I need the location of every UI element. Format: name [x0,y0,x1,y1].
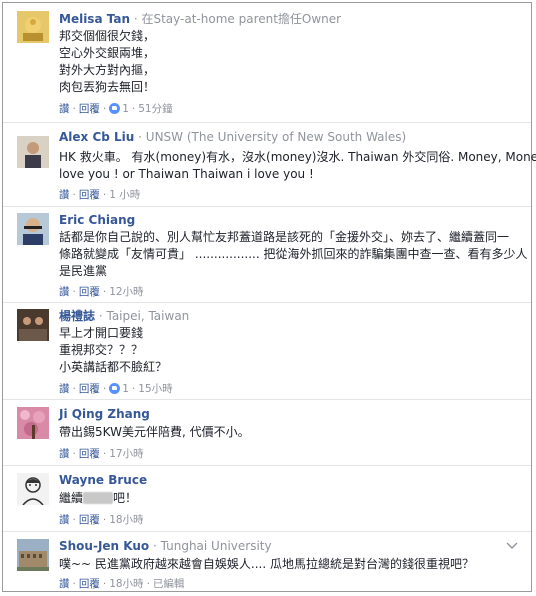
edited-label[interactable]: 已編輯 [153,578,185,590]
comment-actions: 讚 · 回覆 · 1 小時 [59,189,141,201]
divider [3,302,531,303]
divider [3,122,531,123]
avatar[interactable] [17,539,49,571]
commenter-name[interactable]: Wayne Bruce [59,473,147,487]
divider [3,465,531,466]
comment-text: HK 救火車。 有水(money)有水，沒水(money)沒水. Thaiwan… [59,150,536,181]
commenter-name[interactable]: 楊禮誌 [59,309,95,323]
avatar[interactable] [17,136,49,168]
commenter-name[interactable]: Eric Chiang [59,213,135,227]
comment-text: 繼續 吧！ [59,491,138,505]
like-button[interactable]: 讚 [59,103,70,115]
comment-text: 早上才開口要錢 重視邦交？？？ 小英講話都不臉紅？ [59,326,168,374]
comment-list: Melisa Tan · 在Stay-at-home parent擔任Owner… [2,2,536,592]
commenter-name[interactable]: Alex Cb Liu [59,130,134,144]
like-count[interactable]: 1 [122,103,129,115]
timestamp[interactable]: 18小時 [109,578,143,590]
comment-actions: 讚 · 回覆 · 12小時 [59,286,144,298]
comment-actions: 讚 · 回覆 · 18小時 · 已編輯 [59,578,185,590]
comment-text: 話都是你自己說的、別人幫忙友邦蓋道路是該死的「金援外交」、妳去了、繼續蓋同一 條… [59,230,528,278]
redacted-text [83,492,114,504]
comment-text: 噗~~ 民進黨政府越來越會自娛娛人.... 瓜地馬拉總統是對台灣的錢很重視吧？ [59,557,474,571]
reply-button[interactable]: 回覆 [79,578,100,590]
like-button[interactable]: 讚 [59,514,70,526]
like-button[interactable]: 讚 [59,286,70,298]
timestamp[interactable]: 1 小時 [109,189,140,201]
like-icon [109,103,121,114]
reply-button[interactable]: 回覆 [79,448,100,460]
avatar[interactable] [17,213,49,245]
timestamp[interactable]: 15小時 [138,383,172,395]
timestamp[interactable]: 12小時 [109,286,143,298]
timestamp[interactable]: 17小時 [109,448,143,460]
commenter-name[interactable]: Shou-Jen Kuo [59,539,149,553]
comment-actions: 讚 · 回覆 · 17小時 [59,448,144,460]
like-count[interactable]: 1 [122,383,129,395]
like-button[interactable]: 讚 [59,189,70,201]
divider [3,206,531,207]
reply-button[interactable]: 回覆 [79,103,100,115]
divider [3,399,531,400]
reply-button[interactable]: 回覆 [79,286,100,298]
timestamp[interactable]: 18小時 [109,514,143,526]
like-button[interactable]: 讚 [59,448,70,460]
comment-actions: 讚 · 回覆 · 1 · 15小時 [59,383,173,395]
commenter-meta: · Tunghai University [152,539,272,553]
like-icon [109,383,121,394]
timestamp[interactable]: 51分鐘 [138,103,172,115]
commenter-name[interactable]: Ji Qing Zhang [59,407,150,421]
like-button[interactable]: 讚 [59,383,70,395]
comment-text: 邦交個個很欠錢， 空心外交銀兩堆， 對外大方對內摳， 肉包丟狗去無回！ [59,29,156,94]
comment-text: 帶出錫5KW美元伴陪費, 代價不小。 [59,425,250,439]
avatar[interactable] [17,11,49,43]
avatar[interactable] [17,309,49,341]
avatar[interactable] [17,407,49,439]
comment-actions: 讚 · 回覆 · 18小時 [59,514,144,526]
commenter-name[interactable]: Melisa Tan [59,12,130,26]
reply-button[interactable]: 回覆 [79,383,100,395]
commenter-meta: · Taipei, Taiwan [98,309,190,323]
avatar[interactable] [17,473,49,505]
commenter-meta: · 在Stay-at-home parent擔任Owner [133,12,342,26]
reply-button[interactable]: 回覆 [79,189,100,201]
like-button[interactable]: 讚 [59,578,70,590]
chevron-down-icon[interactable] [505,540,519,550]
commenter-meta: · UNSW (The University of New South Wale… [138,130,407,144]
reply-button[interactable]: 回覆 [79,514,100,526]
divider [3,531,531,532]
comment-actions: 讚 · 回覆 · 1 · 51分鐘 [59,103,173,115]
